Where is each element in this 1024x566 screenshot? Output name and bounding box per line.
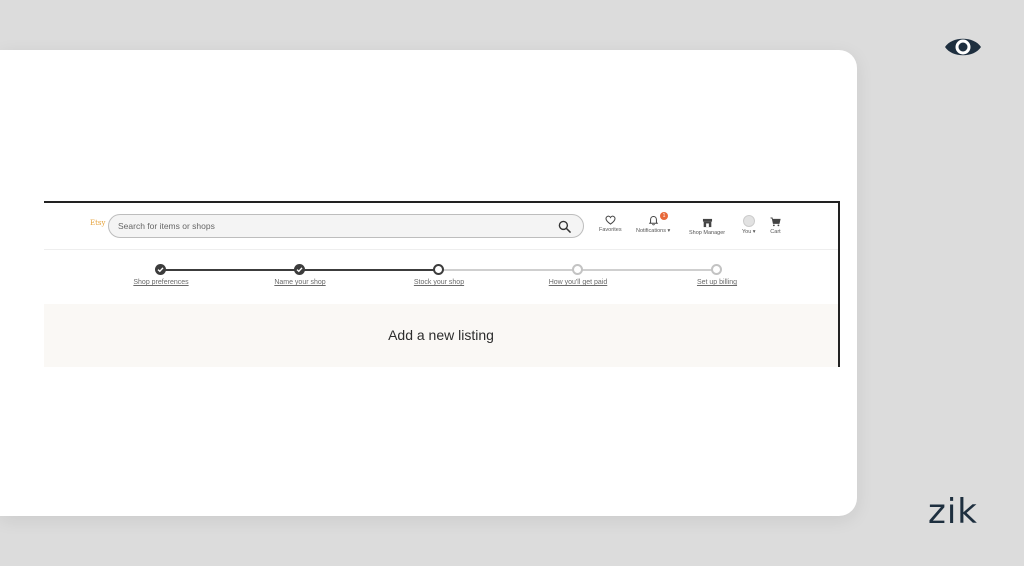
step-shop-preferences[interactable]: Shop preferences <box>106 279 216 286</box>
search-bar[interactable] <box>108 214 584 238</box>
nav-cart[interactable]: Cart <box>770 217 781 235</box>
step-dot-1 <box>155 264 166 275</box>
nav-you-label: You ▾ <box>742 229 756 235</box>
etsy-screenshot: Etsy Favorites 1 Notifications ▾ <box>44 201 840 367</box>
nav-shop-manager[interactable]: Shop Manager <box>689 218 725 236</box>
page-title: Add a new listing <box>388 327 494 343</box>
step-name-your-shop[interactable]: Name your shop <box>245 279 355 286</box>
heart-icon <box>605 215 616 225</box>
step-how-youll-get-paid[interactable]: How you'll get paid <box>523 279 633 286</box>
step-dot-3 <box>433 264 444 275</box>
search-input[interactable] <box>118 219 538 233</box>
step-dot-4 <box>572 264 583 275</box>
nav-notifications[interactable]: 1 Notifications ▾ <box>636 212 671 234</box>
step-dot-5 <box>711 264 722 275</box>
step-set-up-billing[interactable]: Set up billing <box>662 279 772 286</box>
nav-notifications-label: Notifications ▾ <box>636 228 671 234</box>
brand-logo: zik <box>928 492 978 532</box>
check-icon <box>296 267 303 273</box>
bell-icon <box>648 215 658 226</box>
check-icon <box>157 267 164 273</box>
onboarding-stepper: Shop preferences Name your shop Stock yo… <box>44 249 838 304</box>
cart-icon <box>770 217 781 227</box>
step-dot-2 <box>294 264 305 275</box>
nav-you[interactable]: You ▾ <box>742 215 756 235</box>
search-icon[interactable] <box>558 220 571 233</box>
nav-shop-manager-label: Shop Manager <box>689 230 726 236</box>
step-stock-your-shop[interactable]: Stock your shop <box>384 279 494 286</box>
nav-cart-label: Cart <box>770 229 781 235</box>
nav-favorites[interactable]: Favorites <box>599 215 622 233</box>
shop-icon <box>702 218 712 228</box>
etsy-logo[interactable]: Etsy <box>90 219 105 227</box>
notifications-badge: 1 <box>660 212 668 220</box>
listing-banner: Add a new listing <box>44 304 838 367</box>
avatar <box>742 215 755 227</box>
eye-icon <box>945 38 981 56</box>
etsy-header: Etsy Favorites 1 Notifications ▾ <box>44 203 838 250</box>
nav-favorites-label: Favorites <box>599 227 622 233</box>
